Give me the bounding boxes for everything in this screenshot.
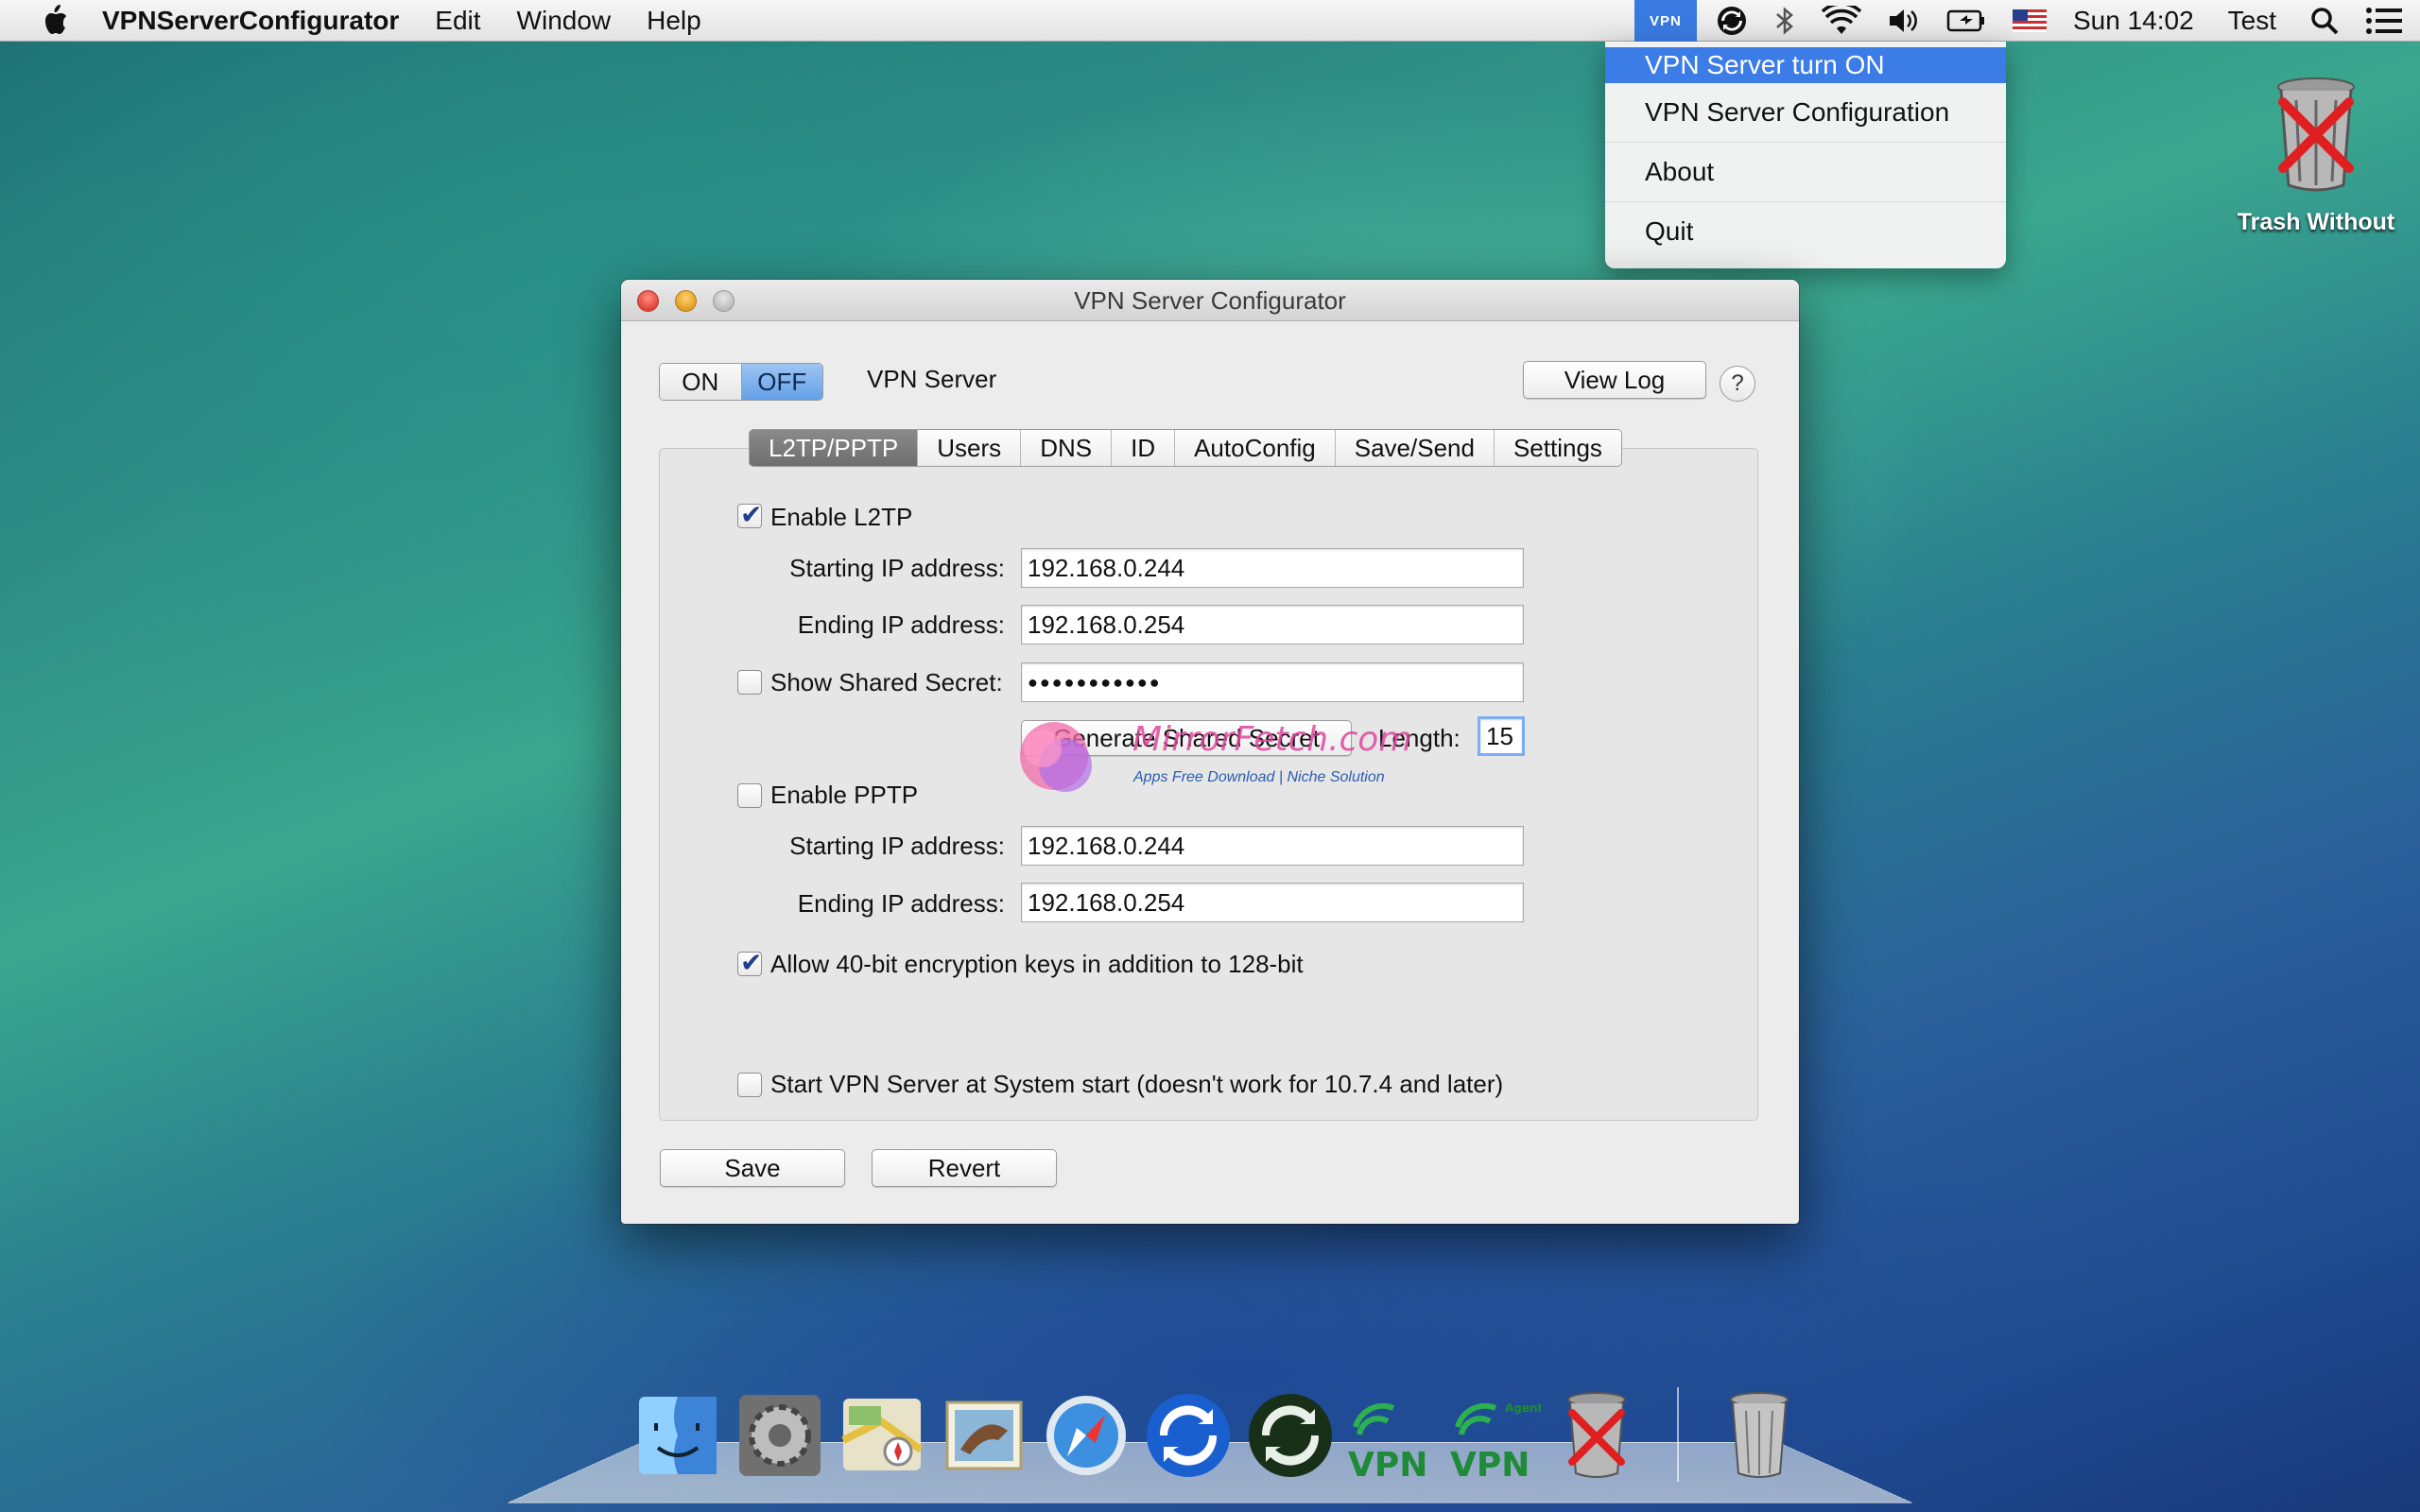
window-title: VPN Server Configurator bbox=[1074, 286, 1346, 315]
menu-item-turn-on[interactable]: VPN Server turn ON bbox=[1605, 47, 2006, 83]
volume-icon[interactable] bbox=[1875, 0, 1933, 42]
help-button[interactable]: ? bbox=[1720, 366, 1755, 402]
menu-edit[interactable]: Edit bbox=[435, 6, 480, 36]
vpn-status-icon: VPN bbox=[1650, 12, 1682, 29]
trash-without-icon bbox=[2277, 77, 2355, 192]
finder-icon[interactable] bbox=[631, 1389, 724, 1482]
bluetooth-icon[interactable] bbox=[1761, 0, 1808, 42]
pptp-end-label: Ending IP address: bbox=[797, 889, 1005, 918]
window-titlebar[interactable]: VPN Server Configurator bbox=[621, 280, 1799, 321]
view-log-button[interactable]: View Log bbox=[1523, 361, 1706, 399]
desktop-trash-without[interactable]: Trash Without bbox=[2221, 74, 2411, 236]
menu-window[interactable]: Window bbox=[517, 6, 612, 36]
menu-item-about[interactable]: About bbox=[1605, 154, 2006, 190]
sync-icon[interactable] bbox=[1244, 1389, 1337, 1482]
user-name[interactable]: Test bbox=[2207, 0, 2297, 42]
server-toggle[interactable]: ON OFF bbox=[659, 363, 823, 401]
trash-icon[interactable] bbox=[1713, 1389, 1806, 1482]
apple-icon[interactable] bbox=[36, 2, 74, 40]
trash-without-icon[interactable] bbox=[1550, 1389, 1643, 1482]
vpn-icon[interactable]: VPN bbox=[1346, 1389, 1439, 1482]
toggle-on[interactable]: ON bbox=[660, 364, 742, 400]
dock: VPN Agent VPN bbox=[631, 1387, 1806, 1482]
status-area: VPN Sun 14:02 Test bbox=[1634, 0, 2420, 42]
tab-dns[interactable]: DNS bbox=[1020, 430, 1111, 466]
show-secret-label: Show Shared Secret: bbox=[770, 668, 1003, 696]
length-label: Length: bbox=[1378, 724, 1461, 752]
allow-40bit-checkbox[interactable] bbox=[737, 947, 762, 978]
zoom-button[interactable] bbox=[713, 290, 735, 312]
enable-pptp-checkbox[interactable] bbox=[737, 783, 762, 808]
desktop-trash-label: Trash Without bbox=[2237, 209, 2395, 235]
sync-icon[interactable] bbox=[1142, 1389, 1235, 1482]
allow-40bit-label: Allow 40-bit encryption keys in addition… bbox=[770, 950, 1304, 978]
revert-button[interactable]: Revert bbox=[872, 1149, 1057, 1187]
l2tp-end-label: Ending IP address: bbox=[797, 610, 1005, 639]
menu-item-configuration[interactable]: VPN Server Configuration bbox=[1605, 94, 2006, 130]
menu-separator bbox=[1605, 142, 2006, 143]
menu-separator bbox=[1605, 201, 2006, 202]
tab-settings[interactable]: Settings bbox=[1493, 430, 1621, 466]
menu-bar: VPNServerConfigurator Edit Window Help V… bbox=[0, 0, 2420, 42]
generate-secret-button[interactable]: Generate Shared Secret bbox=[1021, 720, 1352, 756]
enable-pptp-label: Enable PPTP bbox=[770, 781, 919, 809]
wifi-icon[interactable] bbox=[1808, 0, 1875, 42]
shared-secret-field[interactable]: ●●●●●●●●●●● bbox=[1021, 662, 1524, 702]
vpn-agent-icon[interactable]: Agent VPN bbox=[1448, 1389, 1541, 1482]
app-menu[interactable]: VPNServerConfigurator bbox=[102, 6, 399, 36]
tab-id[interactable]: ID bbox=[1111, 430, 1174, 466]
sync-icon[interactable] bbox=[1703, 0, 1761, 42]
minimize-button[interactable] bbox=[675, 290, 697, 312]
start-at-boot-checkbox[interactable] bbox=[737, 1073, 762, 1097]
menu-item-quit[interactable]: Quit bbox=[1605, 214, 2006, 249]
dock-divider bbox=[1677, 1387, 1679, 1482]
show-secret-checkbox[interactable] bbox=[737, 670, 762, 695]
maps-icon[interactable] bbox=[836, 1389, 928, 1482]
svg-text:VPN: VPN bbox=[1348, 1446, 1427, 1482]
tab-users[interactable]: Users bbox=[917, 430, 1020, 466]
mail-icon[interactable] bbox=[938, 1389, 1030, 1482]
tab-autoconfig[interactable]: AutoConfig bbox=[1174, 430, 1335, 466]
tab-l2tp-pptp[interactable]: L2TP/PPTP bbox=[750, 430, 918, 466]
l2tp-start-label: Starting IP address: bbox=[789, 554, 1005, 582]
svg-text:VPN: VPN bbox=[1450, 1446, 1530, 1482]
enable-l2tp-checkbox[interactable] bbox=[737, 499, 762, 530]
pptp-end-ip-field[interactable]: 192.168.0.254 bbox=[1021, 883, 1524, 922]
l2tp-start-ip-field[interactable]: 192.168.0.244 bbox=[1021, 548, 1524, 588]
pptp-start-ip-field[interactable]: 192.168.0.244 bbox=[1021, 826, 1524, 866]
tab-save-send[interactable]: Save/Send bbox=[1334, 430, 1494, 466]
system-preferences-icon[interactable] bbox=[734, 1389, 826, 1482]
pptp-start-label: Starting IP address: bbox=[789, 832, 1005, 860]
safari-icon[interactable] bbox=[1040, 1389, 1132, 1482]
tab-bar: L2TP/PPTP Users DNS ID AutoConfig Save/S… bbox=[749, 429, 1622, 467]
vpn-status-menu: VPN Server turn ON VPN Server Configurat… bbox=[1605, 42, 2006, 268]
save-button[interactable]: Save bbox=[660, 1149, 845, 1187]
close-button[interactable] bbox=[637, 290, 659, 312]
battery-icon[interactable] bbox=[1933, 0, 1999, 42]
enable-l2tp-label: Enable L2TP bbox=[770, 503, 913, 531]
length-field[interactable]: 15 bbox=[1478, 716, 1525, 756]
server-label: VPN Server bbox=[867, 365, 997, 393]
notification-center-icon[interactable] bbox=[2352, 0, 2420, 42]
vpn-configurator-window: VPN Server Configurator ON OFF VPN Serve… bbox=[621, 280, 1799, 1224]
clock[interactable]: Sun 14:02 bbox=[2060, 0, 2207, 42]
toggle-off[interactable]: OFF bbox=[741, 364, 822, 400]
svg-text:Agent: Agent bbox=[1505, 1401, 1541, 1415]
us-flag-icon[interactable] bbox=[1999, 0, 2060, 42]
menu-help[interactable]: Help bbox=[647, 6, 701, 36]
l2tp-end-ip-field[interactable]: 192.168.0.254 bbox=[1021, 605, 1524, 644]
vpn-status-item[interactable]: VPN bbox=[1634, 0, 1697, 42]
spotlight-icon[interactable] bbox=[2297, 0, 2352, 42]
start-at-boot-label: Start VPN Server at System start (doesn'… bbox=[770, 1070, 1504, 1098]
